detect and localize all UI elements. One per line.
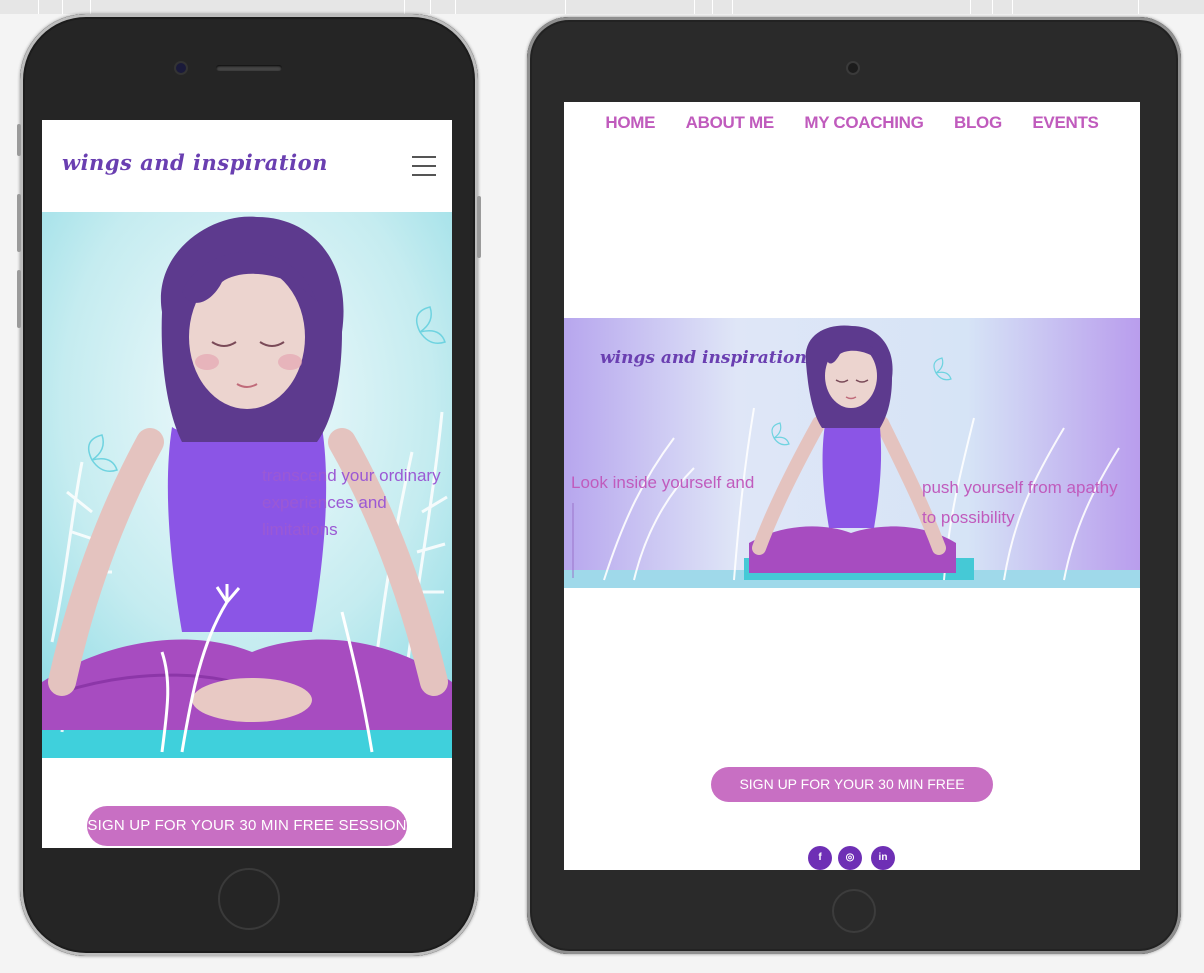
free-session-button[interactable]: SIGN UP FOR YOUR 30 MIN FREE SESSION: [87, 806, 407, 846]
nav-blog[interactable]: BLOG: [954, 112, 1002, 134]
phone-mute-switch: [17, 124, 21, 156]
tablet-screen: HOME ABOUT ME MY COACHING BLOG EVENTS wi…: [564, 102, 1140, 870]
main-nav: HOME ABOUT ME MY COACHING BLOG EVENTS: [564, 112, 1140, 142]
phone-volume-up: [17, 194, 21, 252]
nav-events[interactable]: EVENTS: [1032, 112, 1099, 134]
hero-banner: wings and inspiration Look inside yourse…: [564, 318, 1140, 588]
free-session-button[interactable]: SIGN UP FOR YOUR 30 MIN FREE SESSION: [711, 767, 993, 827]
phone-speaker: [216, 65, 282, 71]
browser-top-strip: [0, 0, 1204, 14]
phone-home-button[interactable]: [218, 868, 280, 930]
hero-text-right: push yourself from apathy to possibility: [922, 478, 1118, 527]
linkedin-icon[interactable]: in: [871, 846, 895, 870]
tablet-camera: [848, 63, 858, 73]
tablet-mockup: HOME ABOUT ME MY COACHING BLOG EVENTS wi…: [527, 17, 1181, 954]
site-logo[interactable]: wings and inspiration: [62, 150, 328, 175]
hamburger-menu-icon[interactable]: [412, 156, 436, 176]
nav-about-me[interactable]: ABOUT ME: [686, 112, 775, 134]
phone-power-button: [477, 196, 481, 258]
tablet-home-button[interactable]: [832, 889, 876, 933]
phone-mockup: wings and inspiration transcend your ord…: [17, 14, 481, 956]
nav-my-coaching[interactable]: MY COACHING: [804, 112, 923, 134]
nav-home[interactable]: HOME: [605, 112, 655, 134]
hero-text-left: Look inside yourself and: [571, 473, 755, 492]
banner-logo: wings and inspiration: [600, 348, 807, 368]
facebook-icon[interactable]: f: [808, 846, 832, 870]
hero-illustration: transcend your ordinary experiences and …: [42, 212, 452, 758]
phone-camera: [176, 63, 186, 73]
hero-quote: transcend your ordinary experiences and …: [262, 466, 441, 539]
instagram-icon[interactable]: ◎: [838, 846, 862, 870]
phone-screen: wings and inspiration transcend your ord…: [42, 120, 452, 848]
phone-site-header: wings and inspiration: [42, 120, 452, 212]
phone-volume-down: [17, 270, 21, 328]
